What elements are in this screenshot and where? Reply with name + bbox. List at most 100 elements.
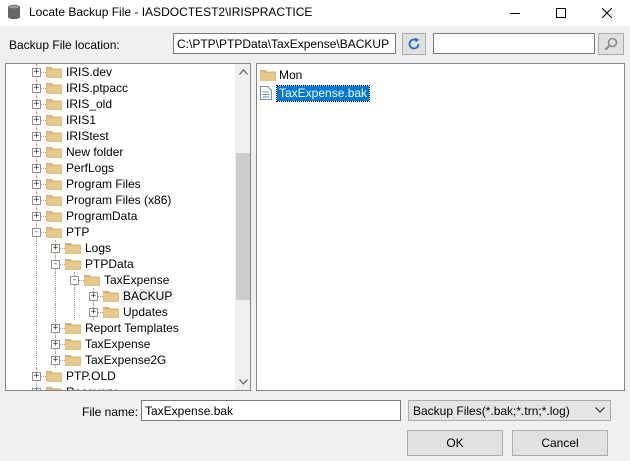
file-item-label: Mon (279, 68, 303, 82)
file-name-field[interactable]: TaxExpense.bak (141, 400, 401, 421)
expand-icon[interactable]: + (32, 132, 41, 141)
tree-item-label: TaxExpense2G (85, 353, 167, 367)
refresh-button[interactable] (402, 33, 426, 55)
expand-icon[interactable]: + (51, 340, 60, 349)
collapse-icon[interactable]: - (51, 260, 60, 269)
tree-item-label: Updates (123, 305, 168, 319)
cancel-button[interactable]: Cancel (512, 430, 608, 456)
scroll-up-button[interactable] (235, 64, 250, 80)
expand-icon[interactable]: + (89, 292, 98, 301)
collapse-icon[interactable]: - (70, 276, 79, 285)
document-icon (260, 86, 276, 100)
tree-item[interactable]: - PTP (6, 224, 235, 240)
tree-item[interactable]: + IRIStest (6, 128, 235, 144)
tree-guide-line (55, 272, 56, 288)
ok-button[interactable]: OK (407, 430, 503, 456)
tree-item[interactable]: + Program Files (6, 176, 235, 192)
folder-tree[interactable]: + IRIS.dev + IRIS.ptpacc + IRIS_old + IRIS1 + IRI… (5, 63, 251, 391)
folder-icon (65, 353, 81, 366)
folder-icon (65, 321, 81, 334)
tree-item-label: Logs (85, 241, 112, 255)
tree-item-label: PTP (66, 225, 90, 239)
expand-icon[interactable]: + (32, 372, 41, 381)
tree-guide-line (36, 272, 37, 288)
folder-icon (46, 209, 62, 222)
maximize-button[interactable] (538, 0, 584, 26)
tree-item-label: PTPData (85, 257, 134, 271)
folder-icon (46, 177, 62, 190)
tree-item-label: Program Files (66, 177, 141, 191)
folder-icon (84, 273, 100, 286)
tree-guide-line (36, 288, 37, 304)
folder-icon (65, 257, 81, 270)
tree-guide-line (74, 304, 75, 320)
tree-item-label: Program Files (x86) (66, 193, 172, 207)
expand-icon[interactable]: + (32, 84, 41, 93)
tree-item[interactable]: + IRIS1 (6, 112, 235, 128)
expand-icon[interactable]: + (51, 356, 60, 365)
expand-icon[interactable]: + (32, 212, 41, 221)
title-bar: Locate Backup File - IASDOCTEST2\IRISPRA… (0, 0, 630, 26)
tree-item-label: IRIS.dev (66, 65, 113, 79)
tree-item[interactable]: + Report Templates (6, 320, 235, 336)
tree-item[interactable]: + IRIS.dev (6, 64, 235, 80)
tree-item[interactable]: + IRIS.ptpacc (6, 80, 235, 96)
close-button[interactable] (584, 0, 630, 26)
tree-item[interactable]: + TaxExpense (6, 336, 235, 352)
search-input[interactable] (433, 33, 595, 54)
tree-guide-line (36, 320, 37, 336)
tree-item[interactable]: + BACKUP (6, 288, 235, 304)
tree-item[interactable]: + Logs (6, 240, 235, 256)
expand-icon[interactable]: + (32, 388, 41, 390)
file-item-label: TaxExpense.bak (275, 85, 371, 102)
tree-item[interactable]: + Recovery (6, 384, 235, 390)
folder-icon (46, 161, 62, 174)
file-list[interactable]: Mon TaxExpense.bak (256, 63, 625, 391)
expand-icon[interactable]: + (51, 324, 60, 333)
tree-item[interactable]: + Updates (6, 304, 235, 320)
tree-item[interactable]: + IRIS_old (6, 96, 235, 112)
tree-item-label: TaxExpense (85, 337, 151, 351)
tree-item-label: IRIS1 (66, 113, 97, 127)
scroll-down-button[interactable] (235, 374, 250, 390)
ok-label: OK (446, 436, 464, 450)
tree-item[interactable]: + ProgramData (6, 208, 235, 224)
tree-item[interactable]: - TaxExpense (6, 272, 235, 288)
tree-guide-line (36, 352, 37, 368)
tree-vertical-scrollbar[interactable] (235, 64, 250, 390)
expand-icon[interactable]: + (89, 308, 98, 317)
chevron-down-icon (595, 407, 605, 413)
minimize-button[interactable] (492, 0, 538, 26)
scrollbar-thumb[interactable] (236, 153, 250, 300)
collapse-icon[interactable]: - (32, 228, 41, 237)
window-title: Locate Backup File - IASDOCTEST2\IRISPRA… (29, 5, 313, 19)
tree-item[interactable]: + TaxExpense2G (6, 352, 235, 368)
expand-icon[interactable]: + (32, 68, 41, 77)
folder-icon (46, 129, 62, 142)
tree-item[interactable]: + PerfLogs (6, 160, 235, 176)
tree-item[interactable]: + New folder (6, 144, 235, 160)
expand-icon[interactable]: + (51, 244, 60, 253)
expand-icon[interactable]: + (32, 116, 41, 125)
tree-guide-line (36, 304, 37, 320)
backup-location-field[interactable]: C:\PTP\PTPData\TaxExpense\BACKUP (173, 33, 396, 54)
expand-icon[interactable]: + (32, 148, 41, 157)
backup-location-label: Backup File location: (9, 38, 120, 52)
tree-item[interactable]: + Program Files (x86) (6, 192, 235, 208)
folder-tree-list: + IRIS.dev + IRIS.ptpacc + IRIS_old + IRIS1 + IRI… (6, 64, 235, 390)
search-button[interactable] (598, 33, 624, 55)
tree-item-label: IRIS_old (66, 97, 113, 111)
expand-icon[interactable]: + (32, 100, 41, 109)
expand-icon[interactable]: + (32, 164, 41, 173)
database-icon (8, 4, 20, 20)
cancel-label: Cancel (541, 436, 579, 450)
folder-icon (46, 225, 62, 238)
tree-item[interactable]: - PTPData (6, 256, 235, 272)
tree-item-label: BACKUP (121, 289, 175, 303)
tree-item[interactable]: + PTP.OLD (6, 368, 235, 384)
file-type-dropdown[interactable]: Backup Files(*.bak;*.trn;*.log) (408, 400, 611, 421)
maximize-icon (556, 8, 566, 18)
expand-icon[interactable]: + (32, 196, 41, 205)
folder-icon (46, 113, 62, 126)
expand-icon[interactable]: + (32, 180, 41, 189)
